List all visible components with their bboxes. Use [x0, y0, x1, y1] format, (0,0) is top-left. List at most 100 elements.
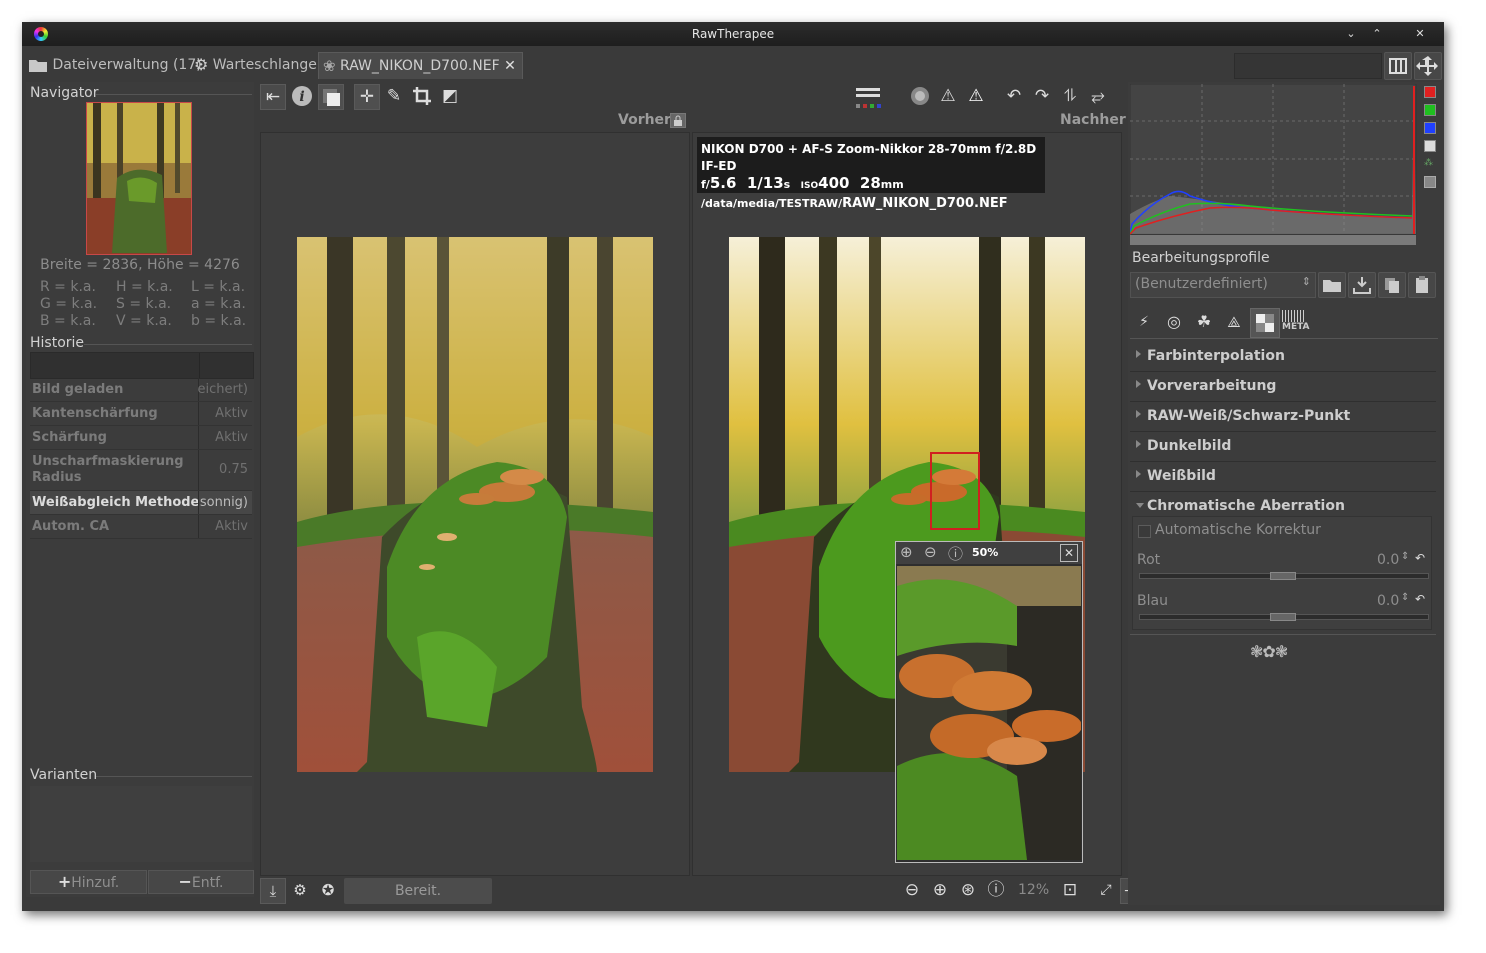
section-dark-frame[interactable]: Dunkelbild [1130, 432, 1436, 462]
rotate-right-button[interactable]: ↷ [1030, 84, 1054, 108]
highlight-clipping-button[interactable]: ⚠ [964, 84, 988, 108]
reset-red-icon[interactable]: ↶ [1415, 551, 1425, 565]
flip-horizontal-button[interactable]: ⥂ [1086, 84, 1110, 108]
auto-correction-checkbox[interactable] [1138, 525, 1151, 538]
lock-button[interactable] [670, 113, 686, 128]
open-in-editor-button[interactable]: ✪ [316, 878, 340, 902]
tab-editor-label: RAW_NIKON_D700.NEF [340, 58, 500, 74]
fullscreen-button[interactable]: ⤢ [1094, 878, 1118, 902]
new-detail-window-button[interactable]: ⊡ [1058, 878, 1082, 902]
close-tab-icon[interactable]: ✕ [504, 58, 516, 74]
crop-tool-button[interactable] [410, 84, 434, 108]
tab-metadata[interactable]: META [1282, 310, 1310, 334]
blue-slider[interactable] [1139, 613, 1429, 621]
color-indicators[interactable] [854, 84, 882, 110]
histogram[interactable] [1130, 84, 1418, 248]
save-image-button[interactable]: ⤓ [260, 878, 286, 904]
spin-arrows-icon[interactable]: ⇕ [1401, 551, 1409, 562]
before-preview-pane[interactable] [260, 132, 690, 876]
tab-raw[interactable] [1250, 308, 1280, 338]
zoom-in-icon: ⊕ [932, 880, 948, 900]
hide-left-panel-button[interactable]: ⇤ [260, 84, 286, 110]
history-item[interactable]: Bild geladen eichert) [30, 378, 252, 402]
history-item[interactable]: Schärfung Aktiv [30, 426, 252, 450]
copy-profile-button[interactable] [1378, 272, 1406, 298]
after-preview-pane[interactable]: NIKON D700 + AF-S Zoom-Nikkor 28-70mm f/… [692, 132, 1122, 876]
paste-profile-button[interactable] [1408, 272, 1436, 298]
camera-lens-info: NIKON D700 + AF-S Zoom-Nikkor 28-70mm f/… [701, 142, 1037, 173]
tab-color[interactable]: ☘ [1192, 310, 1216, 334]
histogram-blue-toggle[interactable] [1424, 122, 1436, 134]
slider-handle[interactable] [1270, 613, 1296, 621]
save-profile-button[interactable] [1348, 272, 1376, 298]
add-variant-button[interactable]: +Hinzuf. [30, 870, 147, 894]
close-window-button[interactable]: ✕ [1408, 26, 1432, 42]
svg-text:i: i [299, 89, 304, 105]
section-demosaicing[interactable]: Farbinterpolation [1130, 342, 1436, 372]
focus-mask-button[interactable] [908, 84, 932, 108]
zoom-in-button[interactable]: ⊕ [928, 878, 952, 902]
move-panel-button[interactable] [1414, 52, 1442, 80]
straighten-tool-button[interactable]: ◩ [438, 84, 462, 108]
blue-value[interactable]: 0.0 [1377, 593, 1399, 609]
value-r: R = k.a. [40, 279, 96, 295]
red-value[interactable]: 0.0 [1377, 552, 1399, 568]
section-preprocessing[interactable]: Vorverarbeitung [1130, 372, 1436, 402]
tab-exposure[interactable]: ⚡ [1132, 310, 1156, 334]
rotate-left-button[interactable]: ↶ [1002, 84, 1026, 108]
history-item[interactable]: Unscharfmaskierung Radius 0.75 [30, 450, 252, 491]
panels-toggle-button[interactable] [1384, 52, 1412, 80]
value-l: L = k.a. [191, 279, 246, 295]
minimize-button[interactable]: ⌄ [1339, 26, 1363, 42]
expander-icon [1136, 350, 1141, 358]
zoom-100-icon[interactable]: ⓘ [948, 543, 963, 564]
tab-queue[interactable]: ⚙ Warteschlange [194, 52, 317, 78]
file-path-info: /data/media/TESTRAW/RAW_NIKON_D700.NEF [701, 196, 1008, 211]
indicator-bar [856, 88, 880, 91]
zoom-100-button[interactable]: ⓘ [984, 878, 1008, 902]
histogram-raw-toggle[interactable]: ⁂ [1424, 158, 1434, 168]
history-item[interactable]: Kantenschärfung Aktiv [30, 402, 252, 426]
send-to-queue-button[interactable]: ⚙ [288, 878, 312, 902]
tab-transform[interactable]: ⟁ [1222, 310, 1246, 334]
detail-window[interactable]: ⊕ ⊖ ⓘ 50% ✕ [895, 541, 1083, 863]
tab-file-browser[interactable]: Dateiverwaltung (17) [28, 52, 202, 78]
flip-horizontal-icon: ⥂ [1091, 86, 1105, 106]
info-button[interactable]: i [290, 84, 314, 108]
zoom-out-button[interactable]: ⊖ [900, 878, 924, 902]
histogram-luma-toggle[interactable] [1424, 140, 1436, 152]
tab-editor[interactable]: ❀ RAW_NIKON_D700.NEF ✕ [318, 52, 523, 79]
fullscreen-icon: ⤢ [1100, 882, 1112, 898]
flip-vertical-button[interactable]: ⥮ [1058, 84, 1082, 108]
profile-select[interactable]: (Benutzerdefiniert) ⇕ [1130, 272, 1316, 298]
zoom-in-icon[interactable]: ⊕ [900, 543, 913, 561]
history-item-selected[interactable]: Weißabgleich Methode sonnig) [30, 491, 252, 515]
navigator-thumbnail[interactable] [86, 102, 192, 255]
detail-window-icon: ⊡ [1062, 880, 1078, 900]
hand-tool-button[interactable]: ✛ [354, 84, 380, 110]
tool-tabs: ⚡ ◎ ☘ ⟁ META [1130, 308, 1438, 339]
zoom-fit-button[interactable]: ⊛ [956, 878, 980, 902]
load-profile-button[interactable] [1318, 272, 1346, 298]
section-raw-white-black-point[interactable]: RAW-Weiß/Schwarz-Punkt [1130, 402, 1436, 432]
remove-variant-button[interactable]: −Entf. [148, 870, 254, 894]
reset-blue-icon[interactable]: ↶ [1415, 592, 1425, 606]
section-flat-field[interactable]: Weißbild [1130, 462, 1436, 492]
red-slider[interactable] [1139, 572, 1429, 580]
histogram-red-toggle[interactable] [1424, 86, 1436, 98]
maximize-button[interactable]: ⌃ [1365, 26, 1389, 42]
minus-icon: − [178, 872, 192, 891]
spin-arrows-icon[interactable]: ⇕ [1401, 592, 1409, 603]
before-after-button[interactable] [318, 84, 344, 110]
white-balance-picker-button[interactable]: ✎ [382, 84, 406, 108]
histogram-bar-toggle[interactable] [1424, 176, 1436, 188]
close-detail-icon[interactable]: ✕ [1060, 544, 1078, 562]
tab-detail[interactable]: ◎ [1162, 310, 1186, 334]
slider-handle[interactable] [1270, 572, 1296, 580]
history-item[interactable]: Autom. CA Aktiv [30, 515, 252, 539]
zoom-out-icon[interactable]: ⊖ [924, 543, 937, 561]
histogram-green-toggle[interactable] [1424, 104, 1436, 116]
indicator-dot [877, 104, 881, 108]
shadow-clipping-button[interactable]: ⚠ [936, 84, 960, 108]
variants-list[interactable] [30, 786, 252, 862]
